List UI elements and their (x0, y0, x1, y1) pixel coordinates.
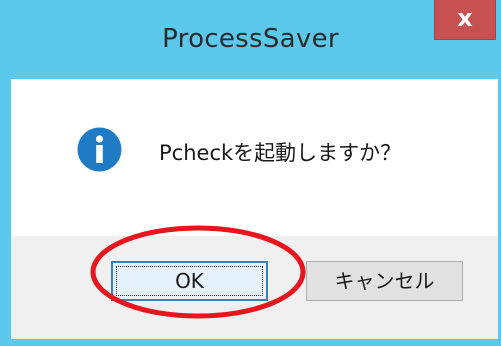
message-dialog: ProcessSaver x Pcheckを起動しますか？ OK キャンセル (0, 0, 501, 346)
close-button[interactable]: x (434, 0, 496, 40)
cancel-button[interactable]: キャンセル (306, 261, 463, 301)
highlight-annotation-ring (90, 225, 306, 319)
dialog-content: Pcheckを起動しますか？ (11, 79, 498, 236)
title-bar[interactable]: ProcessSaver x (0, 0, 501, 80)
close-icon: x (457, 4, 473, 32)
window-title: ProcessSaver (162, 24, 339, 54)
dialog-message: Pcheckを起動しますか？ (159, 141, 402, 165)
cancel-button-label: キャンセル (334, 269, 435, 293)
info-icon (77, 127, 122, 172)
